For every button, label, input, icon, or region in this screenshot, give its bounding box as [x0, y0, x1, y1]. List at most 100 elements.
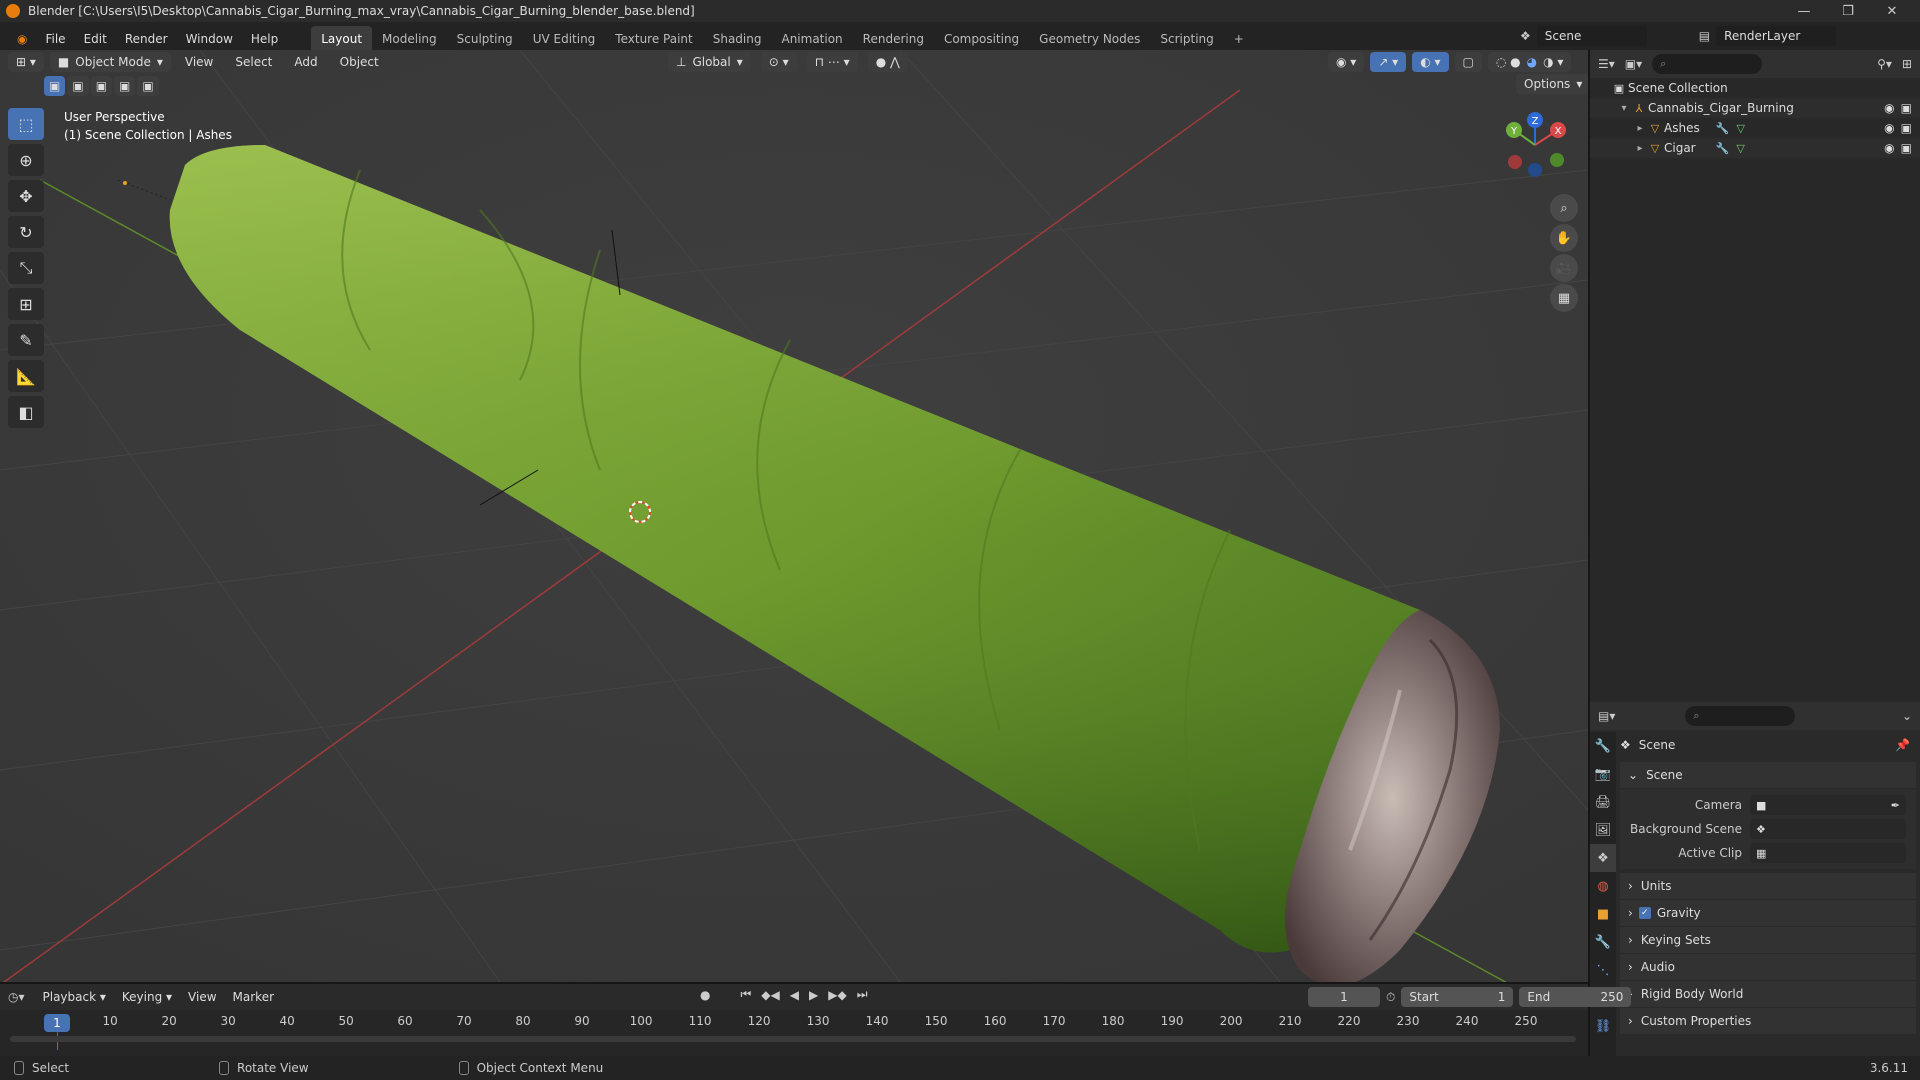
outliner-item-cigar[interactable]: ▸ ▽ Cigar 🔧 ▽ ◉ ▣	[1590, 138, 1920, 158]
select-subtract-button[interactable]: ▣	[90, 76, 113, 96]
tab-shading[interactable]: Shading	[703, 26, 772, 52]
annotate-tool[interactable]: ✎	[8, 324, 44, 356]
ortho-toggle-icon[interactable]: ▦	[1550, 284, 1578, 312]
visibility-button[interactable]: ◉ ▾	[1328, 52, 1365, 72]
proportional-editing-button[interactable]: ● ⋀	[867, 52, 908, 72]
tab-texture-paint[interactable]: Texture Paint	[605, 26, 702, 52]
select-box-tool[interactable]: ⬚	[8, 108, 44, 140]
rigid-body-world-panel[interactable]: ›Rigid Body World	[1620, 981, 1916, 1007]
menu-playback[interactable]: Playback ▾	[35, 990, 114, 1004]
render-camera-icon[interactable]: ▣	[1901, 101, 1912, 115]
view-layer-icon[interactable]: ▤	[1699, 29, 1710, 43]
select-invert-button[interactable]: ▣	[114, 76, 136, 96]
navigation-gizmo[interactable]: Z X Y	[1500, 110, 1570, 180]
transform-tool[interactable]: ⊞	[8, 288, 44, 320]
pin-icon[interactable]: 📌	[1895, 738, 1910, 752]
scene-selector[interactable]: Scene	[1536, 26, 1647, 46]
zoom-icon[interactable]: ⌕	[1550, 194, 1578, 222]
tab-rendering[interactable]: Rendering	[853, 26, 934, 52]
tab-compositing[interactable]: Compositing	[934, 26, 1029, 52]
active-clip-field[interactable]: Active Clip ▦	[1620, 841, 1916, 865]
frame-ruler[interactable]: 1 10 20 30 40 50 60 70 80 90 100 110 120 130 140 150 160…	[0, 1012, 1588, 1032]
start-frame-field[interactable]: Start 1	[1401, 987, 1514, 1007]
add-workspace-button[interactable]: +	[1224, 26, 1254, 52]
measure-tool[interactable]: 📐	[8, 360, 44, 392]
menu-render[interactable]: Render	[116, 26, 177, 52]
display-mode-icon[interactable]: ▣▾	[1625, 57, 1642, 71]
pivot-point-button[interactable]: ⊙ ▾	[760, 52, 797, 72]
background-scene-field[interactable]: Background Scene ❖	[1620, 817, 1916, 841]
blender-menu-icon[interactable]: ◉	[8, 26, 36, 52]
render-camera-icon[interactable]: ▣	[1901, 121, 1912, 135]
outliner-item-ashes[interactable]: ▸ ▽ Ashes 🔧 ▽ ◉ ▣	[1590, 118, 1920, 138]
current-frame-field[interactable]: 1	[1308, 987, 1380, 1007]
gizmo-toggle[interactable]: ↗ ▾	[1370, 52, 1407, 72]
outliner-editor-icon[interactable]: ☰▾	[1598, 57, 1615, 71]
prev-keyframe-icon[interactable]: ◆◀	[761, 988, 779, 1002]
menu-marker[interactable]: Marker	[225, 990, 282, 1004]
stopwatch-icon[interactable]: ⏱	[1386, 990, 1395, 1005]
gravity-checkbox[interactable]: ✓	[1638, 907, 1651, 919]
menu-keying[interactable]: Keying ▾	[114, 990, 180, 1004]
view-layer-tab-icon[interactable]: 🖼	[1590, 816, 1616, 844]
menu-add[interactable]: Add	[286, 55, 325, 69]
menu-object[interactable]: Object	[332, 55, 387, 69]
add-cube-tool[interactable]: ◧	[8, 396, 44, 428]
tab-uv-editing[interactable]: UV Editing	[523, 26, 606, 52]
world-tab-icon[interactable]: ◍	[1590, 872, 1616, 900]
output-tab-icon[interactable]: 🖨	[1590, 788, 1616, 816]
timeline-scrollbar[interactable]	[10, 1036, 1576, 1042]
render-tab-icon[interactable]: 📷	[1590, 760, 1616, 788]
move-tool[interactable]: ✥	[8, 180, 44, 212]
tab-layout[interactable]: Layout	[311, 26, 373, 52]
tab-scripting[interactable]: Scripting	[1150, 26, 1223, 52]
menu-view[interactable]: View	[177, 55, 221, 69]
expand-icon[interactable]: ▸	[1634, 143, 1646, 154]
maximize-button[interactable]: ❐	[1826, 0, 1870, 22]
cursor-tool[interactable]: ⊕	[8, 144, 44, 176]
shading-modes[interactable]: ◌ ● ◕ ◑ ▾	[1487, 52, 1572, 72]
options-button[interactable]: Options ▾	[1516, 74, 1588, 94]
render-camera-icon[interactable]: ▣	[1901, 141, 1912, 155]
tool-tab-icon[interactable]: 🔧	[1590, 732, 1616, 760]
visibility-eye-icon[interactable]: ◉	[1884, 121, 1894, 135]
select-new-button[interactable]: ▣	[44, 76, 66, 96]
minimize-button[interactable]: —	[1782, 0, 1826, 22]
expand-icon[interactable]: ▾	[1618, 103, 1630, 114]
filter-icon[interactable]: ⚲▾	[1877, 57, 1892, 71]
rotate-tool[interactable]: ↻	[8, 216, 44, 248]
menu-timeline-view[interactable]: View	[180, 990, 224, 1004]
menu-select[interactable]: Select	[227, 55, 280, 69]
play-icon[interactable]: ▶	[809, 988, 818, 1002]
units-panel[interactable]: › Units	[1620, 873, 1916, 899]
select-extend-button[interactable]: ▣	[67, 76, 89, 96]
scale-tool[interactable]: ⤡	[8, 252, 44, 284]
camera-view-icon[interactable]: 🎥	[1550, 254, 1578, 282]
select-intersect-button[interactable]: ▣	[137, 76, 159, 96]
keying-sets-panel[interactable]: › Keying Sets	[1620, 927, 1916, 953]
modifier-tab-icon[interactable]: 🔧	[1590, 928, 1616, 956]
jump-start-icon[interactable]: ⏮	[740, 987, 751, 1002]
scene-tab-icon[interactable]: ❖	[1590, 844, 1616, 872]
outliner-search-input[interactable]: ⌕	[1652, 54, 1763, 74]
snap-toggle[interactable]: ⊓ ⋯ ▾	[806, 52, 858, 72]
editor-type-button[interactable]: ⊞ ▾	[8, 52, 44, 72]
timeline-editor[interactable]: ◷▾ Playback ▾ Keying ▾ View Marker ● ⏮ ◆…	[0, 982, 1632, 1056]
scene-panel-header[interactable]: ⌄ Scene	[1620, 762, 1916, 788]
menu-edit[interactable]: Edit	[75, 26, 116, 52]
play-reverse-icon[interactable]: ◀	[790, 988, 799, 1002]
transform-orientation-selector[interactable]: ⊥ Global ▾	[668, 52, 751, 72]
xray-toggle[interactable]: ▢	[1454, 52, 1482, 72]
close-button[interactable]: ✕	[1870, 0, 1914, 22]
menu-window[interactable]: Window	[177, 26, 242, 52]
eyedropper-icon[interactable]: ✒	[1891, 799, 1900, 812]
3d-viewport[interactable]: ⊞ ▾ ■ Object Mode ▾ View Select Add Objec…	[0, 50, 1588, 982]
timeline-editor-icon[interactable]: ◷▾	[8, 990, 25, 1004]
mode-selector[interactable]: ■ Object Mode ▾	[49, 52, 171, 72]
pan-hand-icon[interactable]: ✋	[1550, 224, 1578, 252]
tab-modeling[interactable]: Modeling	[372, 26, 447, 52]
scene-collection-row[interactable]: ▣ Scene Collection	[1590, 78, 1920, 98]
visibility-eye-icon[interactable]: ◉	[1884, 101, 1894, 115]
collection-row[interactable]: ▾ ⅄ Cannabis_Cigar_Burning ◉ ▣	[1590, 98, 1920, 118]
end-frame-field[interactable]: End 250	[1519, 987, 1632, 1007]
